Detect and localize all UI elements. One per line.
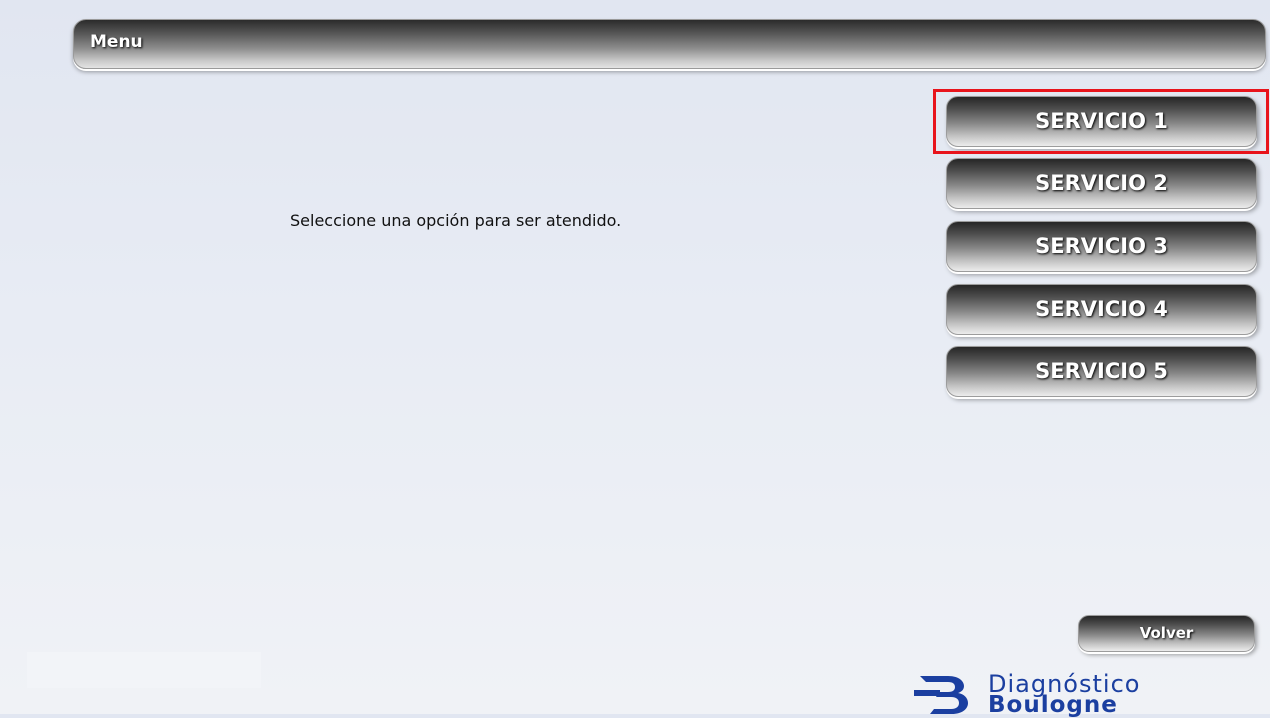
header-bar: Menu bbox=[73, 19, 1266, 69]
service-button-4[interactable]: SERVICIO 4 bbox=[946, 284, 1257, 335]
service-button-3[interactable]: SERVICIO 3 bbox=[946, 221, 1257, 272]
page-title: Menu bbox=[90, 32, 143, 52]
logo-text-line2: Boulogne bbox=[988, 692, 1118, 718]
blank-panel bbox=[27, 652, 261, 688]
brand-logo: Diagnóstico Boulogne bbox=[914, 670, 1244, 718]
service-button-5[interactable]: SERVICIO 5 bbox=[946, 346, 1257, 397]
service-button-1[interactable]: SERVICIO 1 bbox=[946, 96, 1257, 147]
logo-icon bbox=[914, 676, 968, 714]
instruction-text: Seleccione una opción para ser atendido. bbox=[290, 211, 622, 230]
back-button[interactable]: Volver bbox=[1078, 615, 1255, 652]
service-button-2[interactable]: SERVICIO 2 bbox=[946, 158, 1257, 209]
